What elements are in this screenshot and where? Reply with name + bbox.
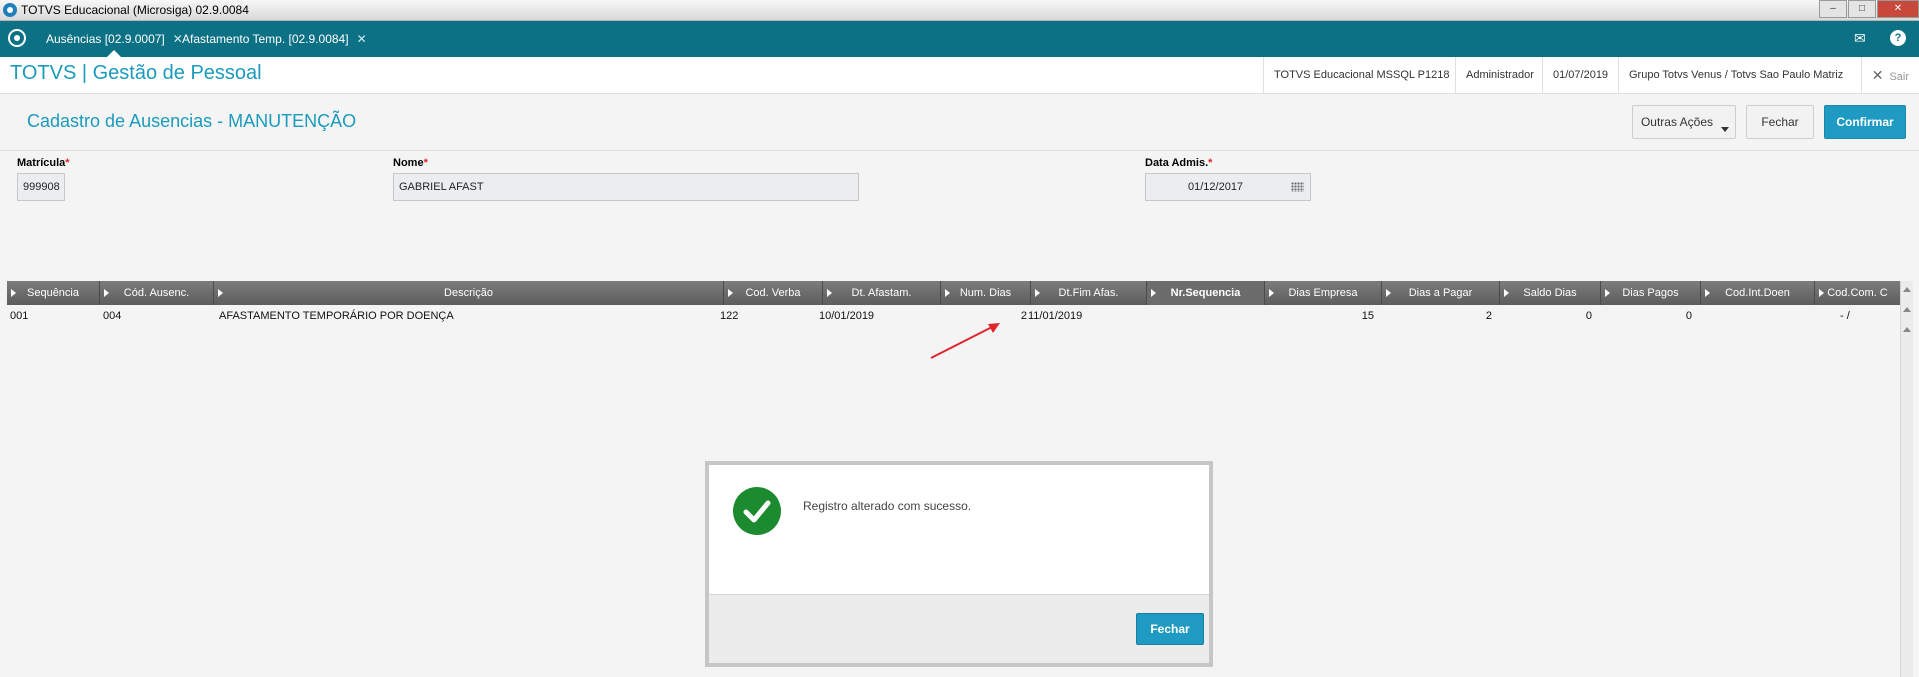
column-arrow-icon	[827, 289, 832, 297]
matricula-label: Matrícula*	[17, 157, 70, 169]
tab-close-icon[interactable]: ✕	[357, 32, 367, 46]
vertical-scrollbar[interactable]	[1900, 281, 1913, 677]
window-titlebar: TOTVS Educacional (Microsiga) 02.9.0084 …	[0, 0, 1919, 21]
maximize-icon[interactable]: □	[1848, 0, 1876, 18]
column-header[interactable]: Dt.Fim Afas.	[1031, 281, 1147, 305]
data-admis-label: Data Admis.*	[1145, 157, 1213, 169]
column-arrow-icon	[1035, 289, 1040, 297]
column-header[interactable]: Sequência	[7, 281, 100, 305]
environment-info: TOTVS Educacional MSSQL P1218	[1263, 57, 1459, 93]
exit-button[interactable]: ✕ Sair	[1860, 57, 1909, 93]
matricula-field[interactable]: 999908	[17, 173, 65, 201]
column-arrow-icon	[945, 289, 950, 297]
cell-nr-sequencia	[1147, 305, 1265, 327]
cell-dt-afastam: 10/01/2019	[819, 310, 875, 322]
cell-cod-int-doen	[1701, 305, 1815, 327]
tab-bar: Ausências [02.9.0007] ✕ Afastamento Temp.…	[0, 21, 1919, 57]
tab-label: Ausências [02.9.0007]	[46, 32, 165, 46]
data-admis-value: 01/12/2017	[1188, 181, 1244, 193]
window-title: TOTVS Educacional (Microsiga) 02.9.0084	[21, 3, 249, 17]
column-header[interactable]: Saldo Dias	[1500, 281, 1601, 305]
other-actions-button[interactable]: Outras Ações	[1632, 105, 1736, 139]
tab-ausencias[interactable]: Ausências [02.9.0007] ✕	[46, 21, 183, 57]
calendar-icon[interactable]	[1291, 182, 1304, 192]
grid-header: Sequência Cód. Ausenc. Descrição Cod. Ve…	[7, 281, 1901, 305]
success-dialog: Registro alterado com sucesso. Fechar	[705, 461, 1213, 667]
mail-icon[interactable]: ✉	[1854, 30, 1866, 47]
scroll-up-icon[interactable]	[1903, 307, 1911, 312]
cell-dias-a-pagar: 2	[1485, 310, 1492, 322]
nome-label: Nome*	[393, 157, 428, 169]
cell-cod-ausenc: 004	[103, 310, 122, 322]
success-check-icon	[733, 487, 781, 535]
user-info: Administrador	[1455, 57, 1544, 93]
tab-afastamento[interactable]: Afastamento Temp. [02.9.0084] ✕	[182, 21, 367, 57]
column-arrow-icon	[728, 289, 733, 297]
cell-sequencia: 001	[10, 310, 29, 322]
column-arrow-icon	[1605, 289, 1610, 297]
column-arrow-icon	[104, 289, 109, 297]
window-controls: – □ ✕	[1818, 0, 1919, 18]
cell-saldo-dias: 0	[1585, 310, 1592, 322]
app-header: TOTVS | Gestão de Pessoal TOTVS Educacio…	[0, 57, 1919, 94]
close-button[interactable]: Fechar	[1746, 105, 1814, 139]
cell-dt-fim-afas: 11/01/2019	[1028, 310, 1083, 322]
scroll-up-icon[interactable]	[1903, 327, 1911, 332]
column-header[interactable]: Num. Dias	[941, 281, 1031, 305]
dialog-footer: Fechar	[709, 594, 1209, 663]
column-arrow-icon	[11, 289, 16, 297]
column-arrow-icon	[218, 289, 223, 297]
close-icon: ✕	[1871, 67, 1884, 83]
column-header[interactable]: Cod. Verba	[724, 281, 823, 305]
company-info: Grupo Totvs Venus / Totvs Sao Paulo Matr…	[1618, 57, 1853, 93]
minimize-icon[interactable]: –	[1819, 0, 1847, 18]
column-arrow-icon	[1705, 289, 1710, 297]
column-arrow-icon	[1386, 289, 1391, 297]
cell-dias-pagos: 0	[1685, 310, 1692, 322]
column-header[interactable]: Dias Pagos	[1601, 281, 1701, 305]
column-arrow-icon	[1819, 289, 1824, 297]
page-title: Cadastro de Ausencias - MANUTENÇÃO	[27, 111, 357, 131]
scroll-top-icon[interactable]	[1903, 287, 1911, 292]
column-arrow-icon	[1504, 289, 1509, 297]
column-header-selected[interactable]: Nr.Sequencia	[1147, 281, 1265, 305]
cell-cod-verba: 122	[720, 310, 739, 322]
nome-field[interactable]: GABRIEL AFAST	[393, 173, 859, 201]
dialog-message: Registro alterado com sucesso.	[803, 499, 972, 513]
column-header[interactable]: Dt. Afastam.	[823, 281, 941, 305]
confirm-button[interactable]: Confirmar	[1824, 105, 1906, 139]
annotation-arrow-icon	[930, 323, 1000, 359]
column-header[interactable]: Cod.Com. C	[1815, 281, 1901, 305]
home-icon[interactable]	[8, 29, 26, 47]
form-area: Matrícula* 999908 Nome* GABRIEL AFAST Da…	[0, 151, 1919, 279]
dialog-close-button[interactable]: Fechar	[1136, 613, 1204, 645]
chevron-down-icon	[1721, 127, 1729, 132]
date-info: 01/07/2019	[1542, 57, 1618, 93]
column-header[interactable]: Cód. Ausenc.	[100, 281, 214, 305]
help-icon[interactable]: ?	[1890, 30, 1906, 46]
column-header[interactable]: Cod.Int.Doen	[1701, 281, 1815, 305]
data-admis-field[interactable]: 01/12/2017	[1145, 173, 1311, 201]
page-header: Cadastro de Ausencias - MANUTENÇÃO Outra…	[0, 94, 1919, 151]
close-window-icon[interactable]: ✕	[1877, 0, 1919, 18]
exit-label: Sair	[1889, 71, 1909, 83]
app-icon	[3, 3, 17, 17]
column-arrow-icon	[1151, 289, 1156, 297]
cell-cod-com: - /	[1840, 310, 1850, 322]
column-header[interactable]: Descrição	[214, 281, 724, 305]
cell-descricao: AFASTAMENTO TEMPORÁRIO POR DOENÇA	[219, 310, 454, 322]
cell-dias-empresa: 15	[1361, 310, 1374, 322]
other-actions-label: Outras Ações	[1640, 115, 1714, 129]
brand-title: TOTVS | Gestão de Pessoal	[10, 62, 262, 84]
tab-label: Afastamento Temp. [02.9.0084]	[182, 32, 349, 46]
column-arrow-icon	[1269, 289, 1274, 297]
column-header[interactable]: Dias a Pagar	[1382, 281, 1500, 305]
column-header[interactable]: Dias Empresa	[1265, 281, 1382, 305]
